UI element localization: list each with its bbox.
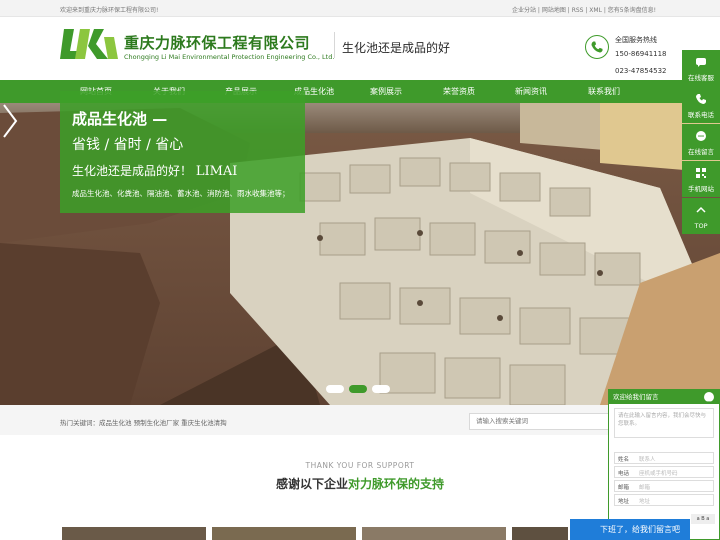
float-online-service[interactable]: 在线客服 bbox=[682, 50, 720, 86]
header-slogan: 生化池还是成品的好 bbox=[342, 41, 451, 55]
partner-thumb-1[interactable] bbox=[62, 527, 206, 540]
hero-tagline: 生化池还是成品的好！ LIMAI bbox=[72, 162, 237, 179]
hero-product-tags: 成品生化池、化粪池、隔油池、蓄水池、消防池、雨水收集池等； bbox=[72, 189, 290, 198]
company-name-en: Chongqing Li Mai Environmental Protectio… bbox=[124, 53, 335, 61]
slider-dot-3[interactable] bbox=[372, 385, 390, 393]
message-panel-title: 欢迎给我们留言 bbox=[609, 390, 719, 404]
nav-cases[interactable]: 案例展示 bbox=[352, 80, 420, 103]
leave-message-label: 下班了，给我们留言吧 bbox=[600, 525, 680, 534]
partner-thumb-4[interactable] bbox=[512, 527, 568, 540]
address-field[interactable]: 地址 地址 bbox=[614, 494, 714, 506]
name-field-placeholder: 联系人 bbox=[639, 457, 656, 463]
nav-news[interactable]: 新闻资讯 bbox=[497, 80, 565, 103]
name-field[interactable]: 姓名 联系人 bbox=[614, 452, 714, 464]
top-bar: 欢迎来到重庆力脉环保工程有限公司! 企业分站 | 网站地图 | RSS | XM… bbox=[0, 0, 720, 17]
hero-tagline-cn: 生化池还是成品的好！ bbox=[72, 164, 193, 178]
qr-code-icon bbox=[696, 168, 706, 178]
email-field-placeholder: 邮箱 bbox=[639, 485, 651, 491]
address-field-label: 地址 bbox=[618, 499, 630, 505]
hot-keywords[interactable]: 热门关键词：成品生化池 预制生化池厂家 重庆生化池清掏 bbox=[60, 417, 227, 427]
hotline-number-2: 023-47854532 bbox=[615, 67, 667, 75]
hotline-label: 全国服务热线 bbox=[615, 36, 657, 44]
section-title-highlight: 对力脉环保的支持 bbox=[348, 477, 445, 491]
phone-icon bbox=[696, 94, 706, 104]
hero-tagline-en: LIMAI bbox=[195, 164, 238, 179]
hero-subtitle: 省钱 / 省时 / 省心 bbox=[72, 137, 184, 153]
hotline-number-1: 150-86941118 bbox=[615, 50, 667, 58]
phone-icon bbox=[585, 35, 609, 59]
float-mobile-site-label: 手机网站 bbox=[688, 185, 714, 193]
phone-field-placeholder: 座机或手机号码 bbox=[639, 471, 678, 477]
email-field[interactable]: 邮箱 邮箱 bbox=[614, 480, 714, 492]
partner-thumb-2[interactable] bbox=[212, 527, 356, 540]
nav-honors[interactable]: 荣誉资质 bbox=[425, 80, 493, 103]
header-divider bbox=[334, 32, 335, 58]
company-logo-icon[interactable] bbox=[60, 27, 118, 61]
float-message-label: 在线留言 bbox=[688, 148, 714, 156]
float-phone-label: 联系电话 bbox=[688, 111, 714, 119]
partner-thumb-3[interactable] bbox=[362, 527, 506, 540]
header: 重庆力脉环保工程有限公司 Chongqing Li Mai Environmen… bbox=[0, 17, 720, 80]
float-online-service-label: 在线客服 bbox=[688, 74, 714, 82]
nav-contact[interactable]: 联系我们 bbox=[570, 80, 638, 103]
search-box[interactable] bbox=[469, 413, 619, 430]
top-links[interactable]: 企业分站 | 网站地图 | RSS | XML | 您有5条询盘信息! bbox=[512, 5, 656, 14]
slider-dot-1[interactable] bbox=[326, 385, 344, 393]
arrow-up-icon bbox=[696, 206, 706, 213]
float-mobile-site[interactable]: 手机网站 bbox=[682, 161, 720, 197]
email-field-label: 邮箱 bbox=[618, 485, 630, 491]
slider-next-icon[interactable] bbox=[0, 103, 20, 139]
phone-field[interactable]: 电话 座机或手机号码 bbox=[614, 466, 714, 478]
leave-message-button[interactable]: 下班了，给我们留言吧 bbox=[570, 519, 690, 540]
address-field-placeholder: 地址 bbox=[639, 499, 651, 505]
search-input[interactable] bbox=[476, 417, 606, 425]
company-name: 重庆力脉环保工程有限公司 bbox=[124, 34, 311, 52]
message-icon bbox=[696, 131, 706, 141]
section-title-prefix: 感谢以下企业 bbox=[275, 477, 348, 491]
slider-dot-2[interactable] bbox=[349, 385, 367, 393]
hero-title: 成品生化池 — bbox=[72, 110, 168, 128]
float-phone[interactable]: 联系电话 bbox=[682, 87, 720, 123]
float-message[interactable]: 在线留言 bbox=[682, 124, 720, 160]
phone-field-label: 电话 bbox=[618, 471, 630, 477]
captcha-image[interactable]: a B a bbox=[691, 514, 715, 524]
float-top-label: TOP bbox=[694, 222, 708, 230]
welcome-text: 欢迎来到重庆力脉环保工程有限公司! bbox=[60, 7, 159, 14]
name-field-label: 姓名 bbox=[618, 457, 630, 463]
message-textarea[interactable]: 请在此输入留言内容，我们会尽快与您联系。 bbox=[614, 408, 714, 438]
float-back-to-top[interactable]: TOP bbox=[682, 198, 720, 234]
minimize-icon[interactable] bbox=[704, 392, 714, 403]
message-panel: 欢迎给我们留言 请在此输入留言内容，我们会尽快与您联系。 姓名 联系人 电话 座… bbox=[608, 389, 720, 540]
chat-icon bbox=[696, 58, 706, 67]
